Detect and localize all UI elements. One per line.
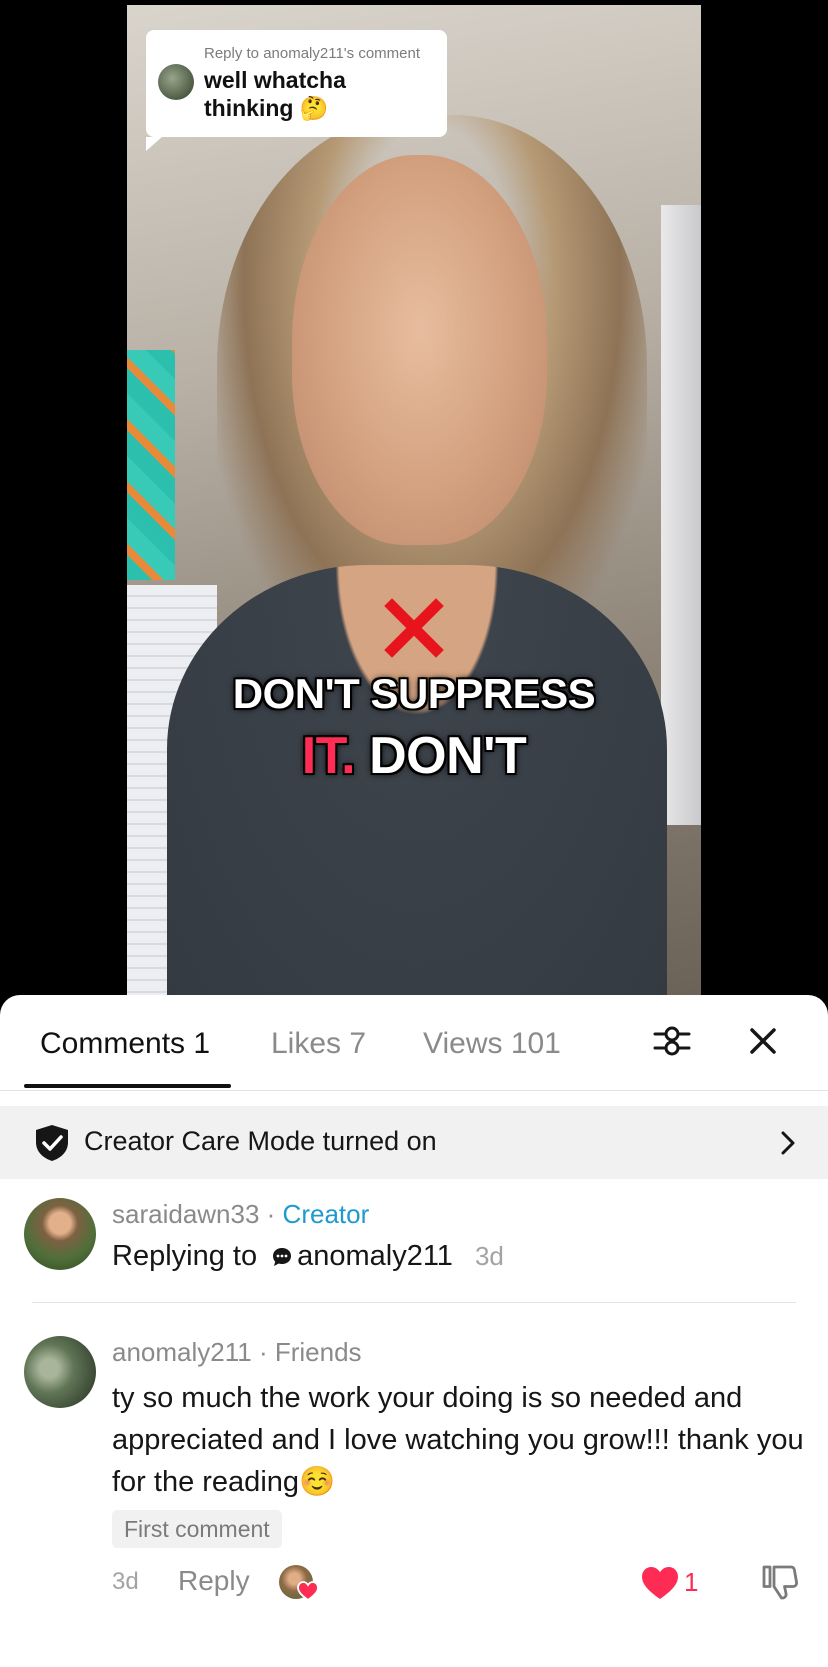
comment-text[interactable]: ty so much the work your doing is so nee… [112, 1377, 812, 1503]
comments-sheet: Comments 1 Likes 7 Views 101 Creator Car… [0, 995, 828, 1667]
video-player[interactable] [127, 5, 701, 995]
reply-sticker-text: well whatcha thinking 🤔 [204, 67, 346, 121]
avatar [158, 64, 194, 100]
reply-to-comment-sticker[interactable]: Reply to anomaly211's comment well whatc… [146, 30, 447, 151]
comment-divider [32, 1302, 796, 1303]
comment-time: 3d [474, 1241, 504, 1271]
reply-button[interactable]: Reply [178, 1565, 250, 1597]
comment-meta: saraidawn33 · Creator [112, 1199, 369, 1230]
sheet-tabs: Comments 1 Likes 7 Views 101 [0, 995, 828, 1091]
video-caption-highlight: IT. [301, 727, 356, 785]
video-caption-line-1: DON'T SUPPRESS [232, 670, 596, 717]
tab-views[interactable]: Views 101 [423, 1027, 561, 1061]
creator-care-banner[interactable]: Creator Care Mode turned on [0, 1106, 828, 1179]
heart-icon [297, 1581, 319, 1601]
video-subject-face [292, 155, 547, 545]
comment-time: 3d [112, 1568, 139, 1595]
comment-username[interactable]: anomaly211 [112, 1337, 252, 1367]
comment-username[interactable]: saraidawn33 [112, 1199, 259, 1229]
friends-tag: Friends [274, 1337, 362, 1367]
chevron-right-icon [781, 1131, 795, 1155]
red-x-icon [384, 598, 444, 658]
shield-check-icon [36, 1125, 68, 1161]
background-wallpaper [127, 350, 175, 580]
first-comment-badge: First comment [112, 1510, 282, 1548]
comment-body[interactable]: Replying to anomaly211 3d [112, 1240, 504, 1273]
video-caption-rest: DON'T [355, 727, 527, 785]
comment-bubble-icon [273, 1248, 292, 1267]
heart-icon[interactable] [640, 1565, 680, 1601]
creator-tag: Creator [282, 1199, 370, 1229]
reply-sticker-meta: Reply to anomaly211's comment [204, 45, 421, 62]
avatar[interactable] [24, 1336, 96, 1408]
meta-separator: · [259, 1199, 283, 1229]
creator-care-text: Creator Care Mode turned on [84, 1126, 437, 1156]
active-tab-indicator [24, 1084, 231, 1088]
tab-comments[interactable]: Comments 1 [40, 1027, 210, 1061]
tab-likes[interactable]: Likes 7 [271, 1027, 366, 1061]
thumbs-down-icon[interactable] [760, 1561, 800, 1601]
replying-user[interactable]: anomaly211 [297, 1240, 453, 1272]
video-caption-line-2: IT. DON'T [0, 726, 828, 786]
avatar[interactable] [24, 1198, 96, 1270]
filter-sliders-icon[interactable] [652, 1021, 692, 1061]
replying-prefix: Replying to [112, 1240, 258, 1272]
meta-separator: · [251, 1337, 275, 1367]
comment-meta: anomaly211 · Friends [112, 1337, 362, 1368]
close-icon[interactable] [743, 1021, 783, 1061]
like-count: 1 [684, 1567, 699, 1597]
